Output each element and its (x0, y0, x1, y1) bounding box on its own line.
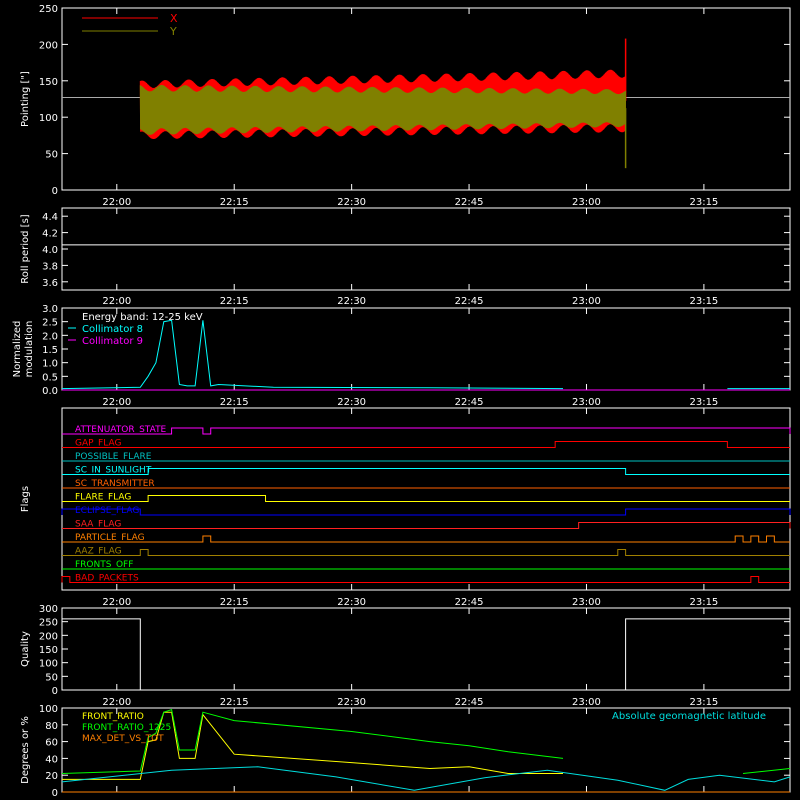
panel-4-ytick-label: 0 (52, 686, 58, 697)
panel-2-ytick-label: 2.5 (42, 318, 58, 329)
panel-4-ytick-label: 50 (45, 672, 58, 683)
panel-3-ylabel: Flags (20, 486, 31, 512)
flag-sc-in-sunlight-trace (62, 468, 790, 475)
series-absolute-geomagnetic-latitude-line (61, 766, 791, 791)
panel-0-xtick-label: 22:15 (220, 197, 249, 208)
rhessi-quicklook-plot: 22:00 22:15 22:30 22:45 23:00 23:15 0 50 100 150 2… (0, 0, 800, 800)
panel-4-xtick-label: 22:00 (102, 697, 131, 708)
panel-3-xtick-label: 23:15 (689, 597, 718, 608)
panel-2-xtick-label: 22:15 (220, 397, 249, 408)
panel-2-ytick-label: 3.0 (42, 304, 58, 315)
panel-5-ytick-label: 60 (45, 738, 58, 749)
panel-5-ytick-label: 100 (39, 704, 58, 715)
panel-4-xtick-label: 22:45 (455, 697, 484, 708)
panel-2-xtick-label: 23:15 (689, 397, 718, 408)
panel-4-frame (61, 607, 791, 691)
panel-2-xtick-label: 22:00 (102, 397, 131, 408)
panel-2-ytick-label: 2.0 (42, 331, 58, 342)
panel-2-ytick-label: 0.5 (42, 372, 58, 383)
panel-3-xtick-label: 22:45 (455, 597, 484, 608)
flag-gap-flag-trace (62, 441, 790, 448)
geomagnetic-latitude-annotation: Absolute geomagnetic latitude (612, 711, 766, 722)
panel-1-frame (61, 207, 791, 291)
panel-2-xtick-label: 22:30 (337, 397, 366, 408)
panel-1-xtick-label: 22:45 (455, 296, 484, 307)
panel-1-ylabel: Roll period [s] (20, 214, 31, 283)
legend-energy-band-12-25-kev-label: Energy band: 12-25 keV (82, 312, 203, 323)
legend-x-label: X (170, 12, 178, 25)
panel-2-ylabel-2: modulation (24, 321, 35, 378)
flag-eclipse-flag-label: ECLIPSE_FLAG (75, 506, 139, 516)
flag-attenuator-state-trace (62, 427, 791, 435)
flag-particle-flag-trace (62, 535, 790, 543)
panel-4-xtick-label: 22:30 (337, 697, 366, 708)
panel-5-ytick-label: 40 (45, 754, 58, 765)
panel-5-ytick-label: 0 (52, 788, 58, 799)
legend-front-ratio-label: FRONT_RATIO (82, 712, 144, 722)
panel-3-xtick-label: 22:30 (337, 597, 366, 608)
panel-1-ytick-label: 3.6 (42, 278, 58, 289)
panel-0-ytick-label: 50 (45, 150, 58, 161)
legend-front-ratio-1225-label: FRONT_RATIO_1225 (82, 723, 171, 733)
legend-collimator-8-label: Collimator 8 (82, 324, 143, 335)
panel-2-ytick-label: 1.5 (42, 345, 58, 356)
panel-2-ylabel: Normalized (12, 321, 23, 378)
panel-2-ytick-label: 0.0 (42, 386, 58, 397)
legend-collimator-9-label: Collimator 9 (82, 336, 143, 347)
panel-5-ylabel: Degrees or % (20, 716, 31, 784)
panel-3-xtick-label: 22:00 (102, 597, 131, 608)
panel-1-ytick-label: 4.0 (42, 245, 58, 256)
panel-0-ytick-label: 150 (39, 77, 58, 88)
panel-0-xtick-label: 22:45 (455, 197, 484, 208)
flag-bad-packets-trace (61, 576, 790, 583)
quality-line (62, 618, 790, 691)
panel-1-ytick-label: 3.8 (42, 261, 58, 272)
chart-canvas: 22:00 22:15 22:30 22:45 23:00 23:15 0 50 100 150 2… (12, 4, 791, 799)
panel-0-xtick-label: 22:00 (102, 197, 131, 208)
flag-aaz-flag-trace (62, 549, 790, 556)
panel-5-ytick-label: 80 (45, 721, 58, 732)
panel-0-xtick-label: 22:30 (337, 197, 366, 208)
panel-3-xtick-label: 23:00 (572, 597, 601, 608)
panel-0-ytick-label: 200 (39, 40, 58, 51)
panel-1-ytick-label: 4.4 (42, 212, 58, 223)
panel-4-ytick-label: 150 (39, 645, 58, 656)
panel-0-xtick-label: 23:15 (689, 197, 718, 208)
panel-3-xtick-label: 22:15 (220, 597, 249, 608)
panel-4-ytick-label: 200 (39, 631, 58, 642)
panel-4-ytick-label: 100 (39, 659, 58, 670)
flag-eclipse-flag-trace (61, 508, 791, 516)
panel-3-frame (61, 407, 791, 591)
panel-1-xtick-label: 23:15 (689, 296, 718, 307)
flag-saa-flag-trace (62, 522, 791, 529)
flag-flare-flag-trace (62, 495, 790, 502)
panel-1-xtick-label: 22:15 (220, 296, 249, 307)
panel-5-ytick-label: 20 (45, 771, 58, 782)
panel-1-ytick-label: 4.2 (42, 229, 58, 240)
panel-0-ytick-label: 250 (39, 4, 58, 15)
panel-0-xtick-label: 23:00 (572, 197, 601, 208)
legend-y-label: Y (169, 25, 177, 38)
panel-4-xtick-label: 23:15 (689, 697, 718, 708)
panel-0-ytick-label: 0 (52, 186, 58, 197)
panel-1-xtick-label: 22:30 (337, 296, 366, 307)
legend-max-det-vs-tot-label: MAX_DET_VS_TOT (82, 734, 164, 744)
panel-4-ytick-label: 300 (39, 604, 58, 615)
panel-2-xtick-label: 23:00 (572, 397, 601, 408)
panel-2-ytick-label: 1.0 (42, 359, 58, 370)
panel-1-xtick-label: 22:00 (102, 296, 131, 307)
panel-4-ylabel: Quality (20, 631, 31, 667)
panel-4-xtick-label: 23:00 (572, 697, 601, 708)
panel-4-ytick-label: 250 (39, 618, 58, 629)
panel-0-ytick-label: 100 (39, 113, 58, 124)
series-front-ratio-1225-line (742, 768, 791, 774)
panel-1-xtick-label: 23:00 (572, 296, 601, 307)
panel-2-xtick-label: 22:45 (455, 397, 484, 408)
panel-0-ylabel: Pointing ["] (20, 71, 31, 127)
panel-4-xtick-label: 22:15 (220, 697, 249, 708)
